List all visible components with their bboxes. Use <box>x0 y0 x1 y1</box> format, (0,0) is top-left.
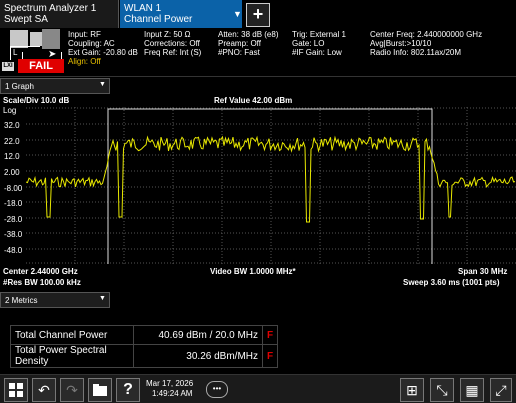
status-radio-info: Radio Info: 802.11ax/20M <box>370 48 462 57</box>
chevron-down-icon: ▼ <box>99 295 106 302</box>
status-pno: #PNO: Fast <box>218 48 260 57</box>
tab-wlan[interactable]: WLAN 1 Channel Power ▼ <box>120 0 242 28</box>
y-tick: -18.0 <box>4 199 23 208</box>
wlan-title: WLAN 1 <box>124 3 162 14</box>
metrics-selector[interactable]: 2 Metrics ▼ <box>0 292 110 308</box>
folder-icon[interactable] <box>88 378 112 402</box>
time-label: 1:49:24 AM <box>152 389 193 398</box>
status-freq-ref: Freq Ref: Int (S) <box>144 48 202 57</box>
status-trig: Trig: External 1 <box>292 30 346 39</box>
status-col-input: Input: RF Coupling: AC Ext Gain: -20.80 … <box>68 30 138 66</box>
y-tick: -38.0 <box>4 230 23 239</box>
status-block <box>42 29 60 49</box>
undo-icon[interactable]: ↶ <box>32 378 56 402</box>
status-gate: Gate: LO <box>292 39 325 48</box>
table-row: Total Power Spectral Density 30.26 dBm/M… <box>10 344 279 368</box>
status-col-trigger: Trig: External 1 Gate: LO #IF Gain: Low <box>292 30 346 57</box>
message-icon[interactable]: ••• <box>206 381 228 398</box>
metric-flag: F <box>261 344 279 368</box>
status-col-impedance: Input Z: 50 Ω Corrections: Off Freq Ref:… <box>144 30 201 57</box>
grid <box>26 107 516 264</box>
metric-label: Total Channel Power <box>10 325 134 345</box>
y-tick: -48.0 <box>4 246 23 255</box>
span-label: Span 30 MHz <box>458 267 508 276</box>
status-col-atten: Atten: 38 dB (e8) Preamp: Off #PNO: Fast <box>218 30 278 57</box>
y-tick: 22.0 <box>4 137 20 146</box>
y-tick: 2.00 <box>4 168 20 177</box>
sweep-label: Sweep 3.60 ms (1001 pts) <box>403 278 500 287</box>
help-icon[interactable]: ? <box>116 378 140 402</box>
status-corrections: Corrections: Off <box>144 39 200 48</box>
ref-value: Ref Value 42.00 dBm <box>214 96 293 105</box>
status-align: Align: Off <box>68 57 101 66</box>
y-tick: 32.0 <box>4 121 20 130</box>
windows-start-icon[interactable] <box>4 378 28 402</box>
status-if-gain: #IF Gain: Low <box>292 48 342 57</box>
status-preamp: Preamp: Off <box>218 39 261 48</box>
y-tick: -8.00 <box>4 184 23 193</box>
metric-flag: F <box>261 325 279 345</box>
status-letter: L <box>13 48 18 57</box>
wlan-mode: Channel Power <box>124 14 193 25</box>
layout-icon[interactable]: ▦ <box>460 378 484 402</box>
status-line <box>10 46 11 60</box>
metric-value: 30.26 dBm/MHz <box>133 344 263 368</box>
status-center-freq: Center Freq: 2.440000000 GHz <box>370 30 483 39</box>
spectrum-plot[interactable] <box>26 107 516 264</box>
metrics-selector-label: 2 Metrics <box>5 296 38 305</box>
tab-dropdown-icon[interactable]: ▼ <box>233 9 242 19</box>
video-bw-label: Video BW 1.0000 MHz* <box>210 267 296 276</box>
analyzer-mode: Swept SA <box>4 14 48 25</box>
status-input-z: Input Z: 50 Ω <box>144 30 191 39</box>
date-label: Mar 17, 2026 <box>146 379 194 388</box>
y-tick: 12.0 <box>4 152 20 161</box>
add-screen-button[interactable]: + <box>246 3 270 27</box>
status-atten: Atten: 38 dB (e8) <box>218 30 279 39</box>
graph-selector-label: 1 Graph <box>5 82 34 91</box>
scale-per-div: Scale/Div 10.0 dB <box>3 96 70 105</box>
analyzer-title: Spectrum Analyzer 1 <box>4 3 97 14</box>
redo-icon[interactable]: ↷ <box>60 378 84 402</box>
tab-spectrum-analyzer[interactable]: Spectrum Analyzer 1 Swept SA <box>0 0 119 28</box>
center-freq-label: Center 2.44000 GHz <box>3 267 78 276</box>
log-label: Log <box>3 106 17 115</box>
table-row: Total Channel Power 40.69 dBm / 20.0 MHz… <box>10 325 279 345</box>
status-line <box>10 46 40 47</box>
status-avg-burst: Avg|Burst:>10/10 <box>370 39 432 48</box>
status-coupling: Coupling: AC <box>68 39 115 48</box>
metrics-table: Total Channel Power 40.69 dBm / 20.0 MHz… <box>10 325 279 368</box>
metric-value: 40.69 dBm / 20.0 MHz <box>133 325 263 345</box>
y-tick: -28.0 <box>4 215 23 224</box>
fail-indicator: FAIL <box>18 59 64 73</box>
taskbar: ↶ ↷ ? Mar 17, 2026 1:49:24 AM ••• ⊞ ⤡ ▦ … <box>0 374 516 403</box>
lxi-logo: LXI <box>2 62 14 71</box>
status-ext-gain: Ext Gain: -20.80 dB <box>68 48 138 57</box>
fullscreen-icon[interactable]: ⤢ <box>490 378 512 402</box>
status-input: Input: RF <box>68 30 101 39</box>
control-panel-icon[interactable]: ⊞ <box>400 378 424 402</box>
graph-selector[interactable]: 1 Graph ▼ <box>0 78 110 94</box>
res-bw-label: #Res BW 100.00 kHz <box>3 278 81 287</box>
chevron-down-icon: ▼ <box>99 81 106 88</box>
zoom-icon[interactable]: ⤡ <box>430 378 454 402</box>
status-col-center: Center Freq: 2.440000000 GHz Avg|Burst:>… <box>370 30 482 57</box>
metric-label: Total Power Spectral Density <box>10 344 134 368</box>
